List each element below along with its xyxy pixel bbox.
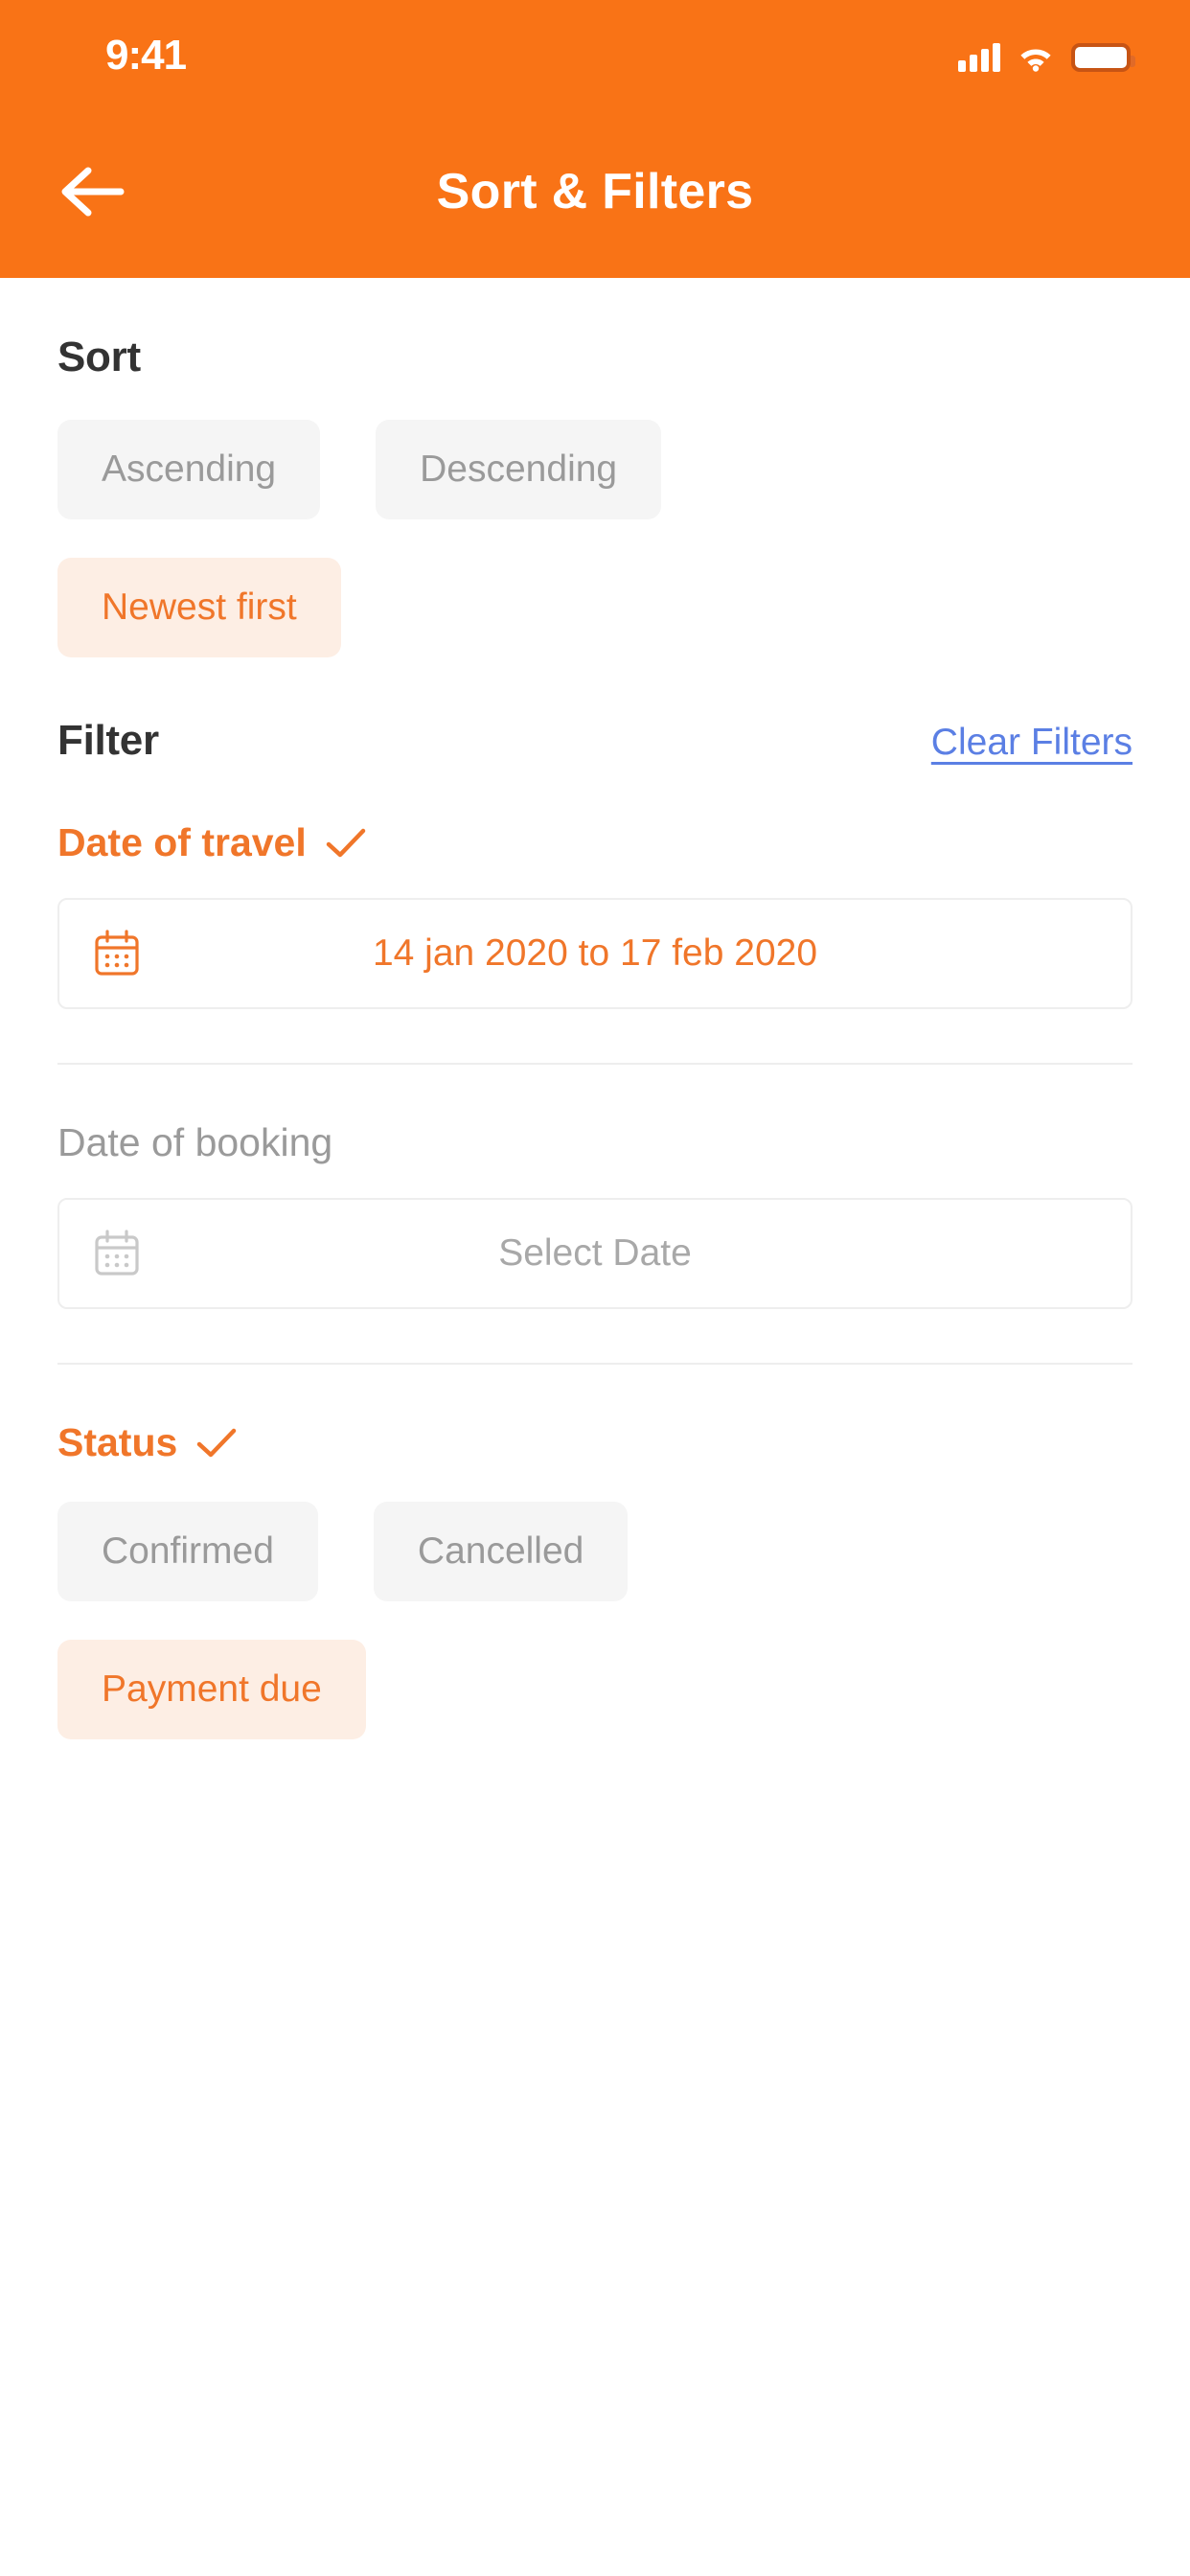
date-of-travel-label: Date of travel <box>57 820 307 864</box>
status-options-row-1: Confirmed Cancelled <box>57 1502 1133 1601</box>
calendar-icon <box>95 1230 139 1276</box>
filters-content: Sort Ascending Descending Newest first F… <box>0 334 1190 1739</box>
date-of-travel-label-row[interactable]: Date of travel <box>57 820 1133 865</box>
status-bar-time: 9:41 <box>105 32 187 79</box>
sort-section-title: Sort <box>57 334 141 380</box>
navigation-bar: Sort & Filters <box>0 105 1190 278</box>
date-of-booking-placeholder: Select Date <box>498 1232 692 1274</box>
status-option-payment-due[interactable]: Payment due <box>57 1640 366 1739</box>
clear-filters-link[interactable]: Clear Filters <box>931 722 1133 764</box>
check-icon <box>326 828 366 857</box>
filter-group-date-of-travel: Date of travel 14 jan 2020 to 17 feb 202… <box>57 820 1133 1009</box>
sort-option-descending[interactable]: Descending <box>376 420 662 519</box>
sort-option-ascending[interactable]: Ascending <box>57 420 321 519</box>
calendar-icon <box>95 930 139 976</box>
filter-group-date-of-booking: Date of booking Select Date <box>57 1120 1133 1309</box>
filter-section-title: Filter <box>57 717 159 764</box>
date-of-booking-label: Date of booking <box>57 1120 333 1164</box>
sort-option-newest-first[interactable]: Newest first <box>57 558 341 657</box>
status-options-row-2: Payment due <box>57 1640 1133 1739</box>
filter-header-row: Filter Clear Filters <box>57 717 1133 765</box>
battery-full-icon <box>1071 43 1135 72</box>
section-divider-1 <box>57 1063 1133 1065</box>
status-bar: 9:41 <box>0 0 1190 105</box>
status-option-confirmed[interactable]: Confirmed <box>57 1502 318 1601</box>
status-bar-icons <box>958 43 1135 72</box>
section-divider-2 <box>57 1363 1133 1365</box>
date-of-booking-field[interactable]: Select Date <box>57 1198 1133 1309</box>
back-arrow-icon[interactable] <box>59 165 126 218</box>
sort-options-row-2: Newest first <box>57 558 1133 657</box>
status-label-row[interactable]: Status <box>57 1420 1133 1465</box>
cellular-signal-icon <box>958 43 1000 72</box>
status-label: Status <box>57 1420 178 1464</box>
check-icon <box>197 1428 237 1457</box>
date-of-travel-field[interactable]: 14 jan 2020 to 17 feb 2020 <box>57 898 1133 1009</box>
status-option-cancelled[interactable]: Cancelled <box>373 1502 629 1601</box>
app-header: 9:41 Sort & Filters <box>0 0 1190 278</box>
sort-options-row-1: Ascending Descending <box>57 420 1133 519</box>
page-title: Sort & Filters <box>436 164 754 219</box>
wifi-icon <box>1020 49 1051 72</box>
date-of-travel-value: 14 jan 2020 to 17 feb 2020 <box>372 932 818 974</box>
date-of-booking-label-row[interactable]: Date of booking <box>57 1120 1133 1165</box>
filter-group-status: Status Confirmed Cancelled Payment due <box>57 1420 1133 1739</box>
